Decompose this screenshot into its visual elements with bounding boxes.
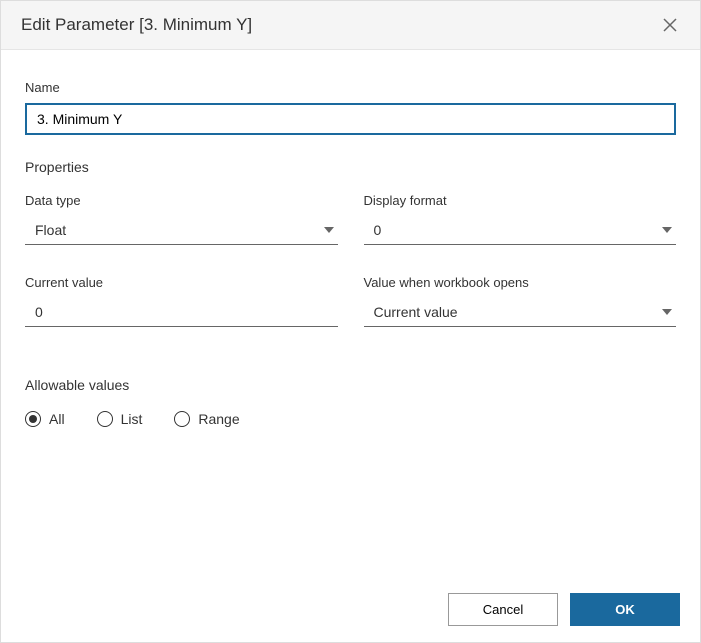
- close-icon: [663, 18, 677, 32]
- allowable-values-group: All List Range: [25, 411, 676, 427]
- radio-icon: [25, 411, 41, 427]
- chevron-down-icon: [662, 309, 672, 315]
- current-value-input[interactable]: 0: [25, 298, 338, 327]
- ok-button[interactable]: OK: [570, 593, 680, 626]
- display-format-label: Display format: [364, 193, 677, 208]
- radio-all[interactable]: All: [25, 411, 65, 427]
- name-input[interactable]: [25, 103, 676, 135]
- cancel-button[interactable]: Cancel: [448, 593, 558, 626]
- radio-icon: [97, 411, 113, 427]
- current-value-value: 0: [35, 304, 43, 320]
- properties-label: Properties: [25, 159, 676, 175]
- dialog-footer: Cancel OK: [1, 577, 700, 642]
- name-label: Name: [25, 80, 676, 95]
- current-value-label: Current value: [25, 275, 338, 290]
- dialog-body: Name Properties Data type Float Display …: [1, 50, 700, 577]
- radio-range[interactable]: Range: [174, 411, 239, 427]
- value-on-open-value: Current value: [374, 304, 458, 320]
- radio-range-label: Range: [198, 411, 239, 427]
- value-on-open-label: Value when workbook opens: [364, 275, 677, 290]
- data-type-value: Float: [35, 222, 66, 238]
- radio-list[interactable]: List: [97, 411, 143, 427]
- data-type-label: Data type: [25, 193, 338, 208]
- dialog-header: Edit Parameter [3. Minimum Y]: [1, 1, 700, 50]
- edit-parameter-dialog: Edit Parameter [3. Minimum Y] Name Prope…: [0, 0, 701, 643]
- allowable-values-label: Allowable values: [25, 377, 676, 393]
- data-type-select[interactable]: Float: [25, 216, 338, 245]
- radio-all-label: All: [49, 411, 65, 427]
- radio-list-label: List: [121, 411, 143, 427]
- chevron-down-icon: [324, 227, 334, 233]
- dialog-title: Edit Parameter [3. Minimum Y]: [21, 15, 252, 35]
- value-on-open-select[interactable]: Current value: [364, 298, 677, 327]
- display-format-value: 0: [374, 222, 382, 238]
- close-button[interactable]: [660, 15, 680, 35]
- display-format-select[interactable]: 0: [364, 216, 677, 245]
- radio-icon: [174, 411, 190, 427]
- chevron-down-icon: [662, 227, 672, 233]
